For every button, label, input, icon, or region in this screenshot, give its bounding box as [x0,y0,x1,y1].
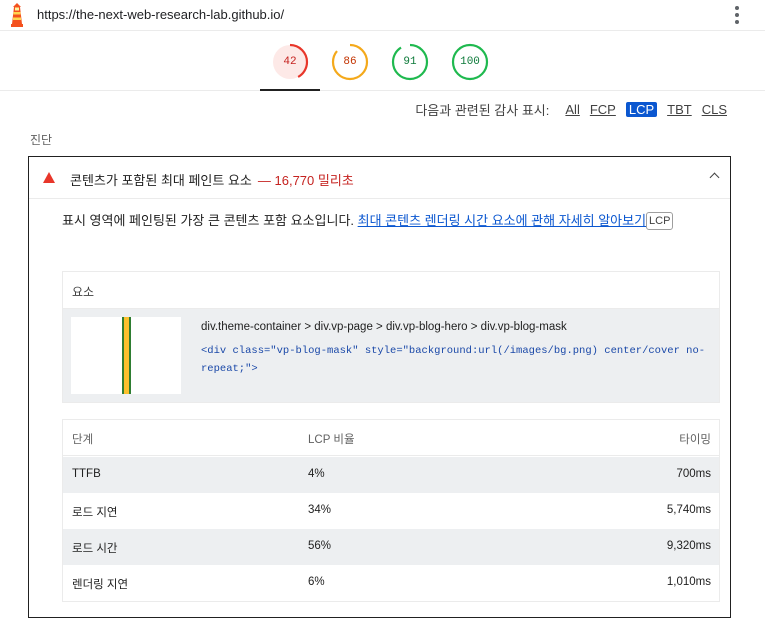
gauge-score: 91 [403,56,417,68]
phase-percent: 6% [308,576,325,588]
lcp-audit: 콘텐츠가 포함된 최대 페인트 요소 — 16,770 밀리초 표시 영역에 페인… [28,156,731,618]
element-snippet: <div class="vp-blog-mask" style="backgro… [201,345,706,375]
phase-timing: 1,010ms [666,576,711,588]
phase-percent: 56% [308,540,332,552]
url-bar: https://the-next-web-research-lab.github… [0,0,765,31]
timing-column-header: 타이밍 [679,434,711,446]
element-column-header: 요소 [72,285,95,299]
phase-column-header: 단계 [72,434,94,446]
accessibility-gauge[interactable]: 86 [330,42,370,82]
page-url: https://the-next-web-research-lab.github… [37,7,285,22]
phase-name: 로드 지연 [72,507,118,519]
phase-table: 단계 LCP 비율 타이밍 TTFB 4% 700ms 로드 지연 34% 5,… [62,419,720,602]
filter-lcp[interactable]: LCP [625,102,658,117]
score-gauges: 42 86 91 100 [0,32,765,91]
element-screenshot-thumbnail[interactable] [71,317,181,394]
table-row: 로드 지연 34% 5,740ms [63,493,719,529]
learn-more-link[interactable]: 최대 콘텐츠 렌더링 시간 요소에 관해 자세히 알아보기 [358,213,646,228]
filter-fcp[interactable]: FCP [590,102,616,117]
element-selector: div.theme-container > div.vp-page > div.… [201,321,567,333]
table-row: 렌더링 지연 6% 1,010ms [63,565,719,601]
element-table: 요소 div.theme-container > div.vp-page > d… [62,271,720,403]
gauge-score: 86 [343,56,357,68]
active-gauge-indicator [260,89,320,91]
best-practices-gauge[interactable]: 91 [390,42,430,82]
phase-percent: 34% [308,504,332,516]
filter-label: 다음과 관련된 감사 표시: [415,103,550,118]
fail-triangle-icon [43,172,55,183]
chevron-up-icon[interactable] [709,172,720,183]
phase-name: TTFB [72,468,101,480]
lighthouse-icon [11,3,23,27]
filter-tbt[interactable]: TBT [667,102,692,117]
phase-name: 로드 시간 [72,543,118,555]
audit-description: 표시 영역에 페인팅된 가장 큰 콘텐츠 포함 요소입니다. 최대 콘텐츠 렌더… [62,209,717,232]
phase-percent: 4% [308,468,325,480]
percent-column-header: LCP 비율 [308,434,355,446]
audit-title: 콘텐츠가 포함된 최대 페인트 요소 — 16,770 밀리초 [70,170,354,189]
phase-table-header: 단계 LCP 비율 타이밍 [63,420,719,456]
gauge-score: 42 [283,56,297,68]
audit-filter: 다음과 관련된 감사 표시: All FCP LCP TBT CLS [415,100,727,119]
table-row: TTFB 4% 700ms [63,457,719,493]
description-text: 표시 영역에 페인팅된 가장 큰 콘텐츠 포함 요소입니다. [62,213,358,228]
phase-timing: 700ms [676,468,711,480]
audit-title-text: 콘텐츠가 포함된 최대 페인트 요소 [70,173,252,188]
filter-all[interactable]: All [565,102,579,117]
table-row: 로드 시간 56% 9,320ms [63,529,719,565]
kebab-menu-icon[interactable] [731,5,743,25]
audit-value: — 16,770 밀리초 [257,173,354,188]
element-table-header: 요소 [63,272,719,309]
lcp-tag: LCP [646,212,674,230]
phase-timing: 5,740ms [666,504,711,516]
phase-name: 렌더링 지연 [72,579,129,591]
element-row[interactable]: div.theme-container > div.vp-page > div.… [63,309,719,402]
performance-gauge[interactable]: 42 [270,42,310,82]
phase-timing: 9,320ms [666,540,711,552]
audit-header[interactable]: 콘텐츠가 포함된 최대 페인트 요소 — 16,770 밀리초 [29,157,730,199]
section-title: 진단 [30,133,53,147]
seo-gauge[interactable]: 100 [450,42,490,82]
thumbnail-highlight-inner [124,317,129,394]
gauge-score: 100 [460,56,480,68]
filter-cls[interactable]: CLS [702,102,727,117]
